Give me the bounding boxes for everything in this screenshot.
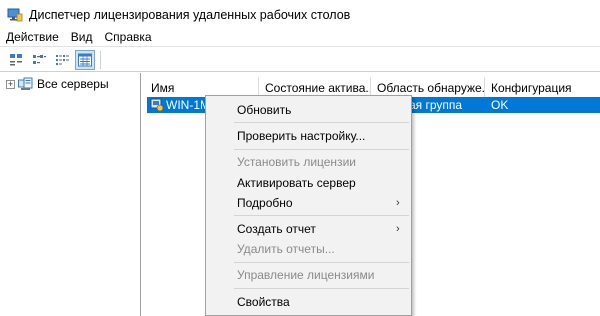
menu-help[interactable]: Справка (98, 30, 157, 45)
menu-separator (234, 215, 409, 216)
small-icons-icon (33, 55, 46, 64)
column-scope-label: Область обнаруже... (377, 81, 485, 95)
menu-item-review-configuration[interactable]: Проверить настройку... (237, 126, 365, 146)
tree-pane: + Все серверы (0, 73, 141, 316)
large-icons-view-button[interactable] (6, 50, 26, 70)
column-header-configuration[interactable]: Конфигурация (485, 77, 600, 99)
toolbar-separator (100, 51, 101, 69)
large-icons-icon (10, 54, 22, 66)
list-icon (56, 55, 69, 65)
row-server-name: WIN-1M (166, 98, 210, 112)
row-discovery-scope: ая группа (409, 98, 463, 112)
submenu-arrow-icon: › (396, 197, 400, 209)
expand-plus-icon[interactable]: + (6, 79, 15, 89)
toolbar (0, 46, 600, 72)
submenu-arrow-icon: › (396, 223, 400, 235)
menu-separator (234, 122, 409, 123)
title-bar: Диспетчер лицензирования удаленных рабоч… (0, 0, 600, 30)
column-status-label: Состояние актива... (265, 81, 371, 95)
menu-item-properties[interactable]: Свойства (237, 292, 290, 312)
row-configuration: OK (491, 98, 509, 112)
tree-item-label: Все серверы (37, 77, 109, 91)
menu-separator (234, 288, 409, 289)
menu-item-advanced[interactable]: Подробно (237, 193, 293, 213)
menu-item-delete-reports: Удалить отчеты... (237, 242, 335, 256)
menu-bar: Действие Вид Справка (0, 30, 600, 45)
license-server-icon (150, 98, 164, 112)
menu-action[interactable]: Действие (0, 30, 65, 45)
list-view-button[interactable] (52, 50, 72, 70)
tree-item-all-servers[interactable]: + Все серверы (6, 77, 109, 91)
menu-item-manage-licenses: Управление лицензиями (237, 268, 375, 282)
menu-item-refresh[interactable]: Обновить (237, 100, 291, 120)
servers-group-icon (18, 77, 33, 90)
menu-separator (234, 149, 409, 150)
menu-item-install-licenses: Установить лицензии (237, 155, 356, 169)
menu-item-activate-server[interactable]: Активировать сервер (237, 173, 356, 193)
small-icons-view-button[interactable] (29, 50, 49, 70)
menu-view[interactable]: Вид (65, 30, 99, 45)
window-title: Диспетчер лицензирования удаленных рабоч… (29, 8, 351, 22)
license-manager-app-icon (7, 8, 23, 22)
context-menu: Обновить Проверить настройку... Установи… (205, 95, 412, 316)
menu-item-create-report[interactable]: Создать отчет (237, 219, 316, 239)
details-view-button[interactable] (75, 50, 95, 70)
column-name-label: Имя (151, 81, 175, 95)
details-icon (78, 53, 92, 67)
menu-separator (234, 262, 409, 263)
column-config-label: Конфигурация (491, 81, 572, 95)
